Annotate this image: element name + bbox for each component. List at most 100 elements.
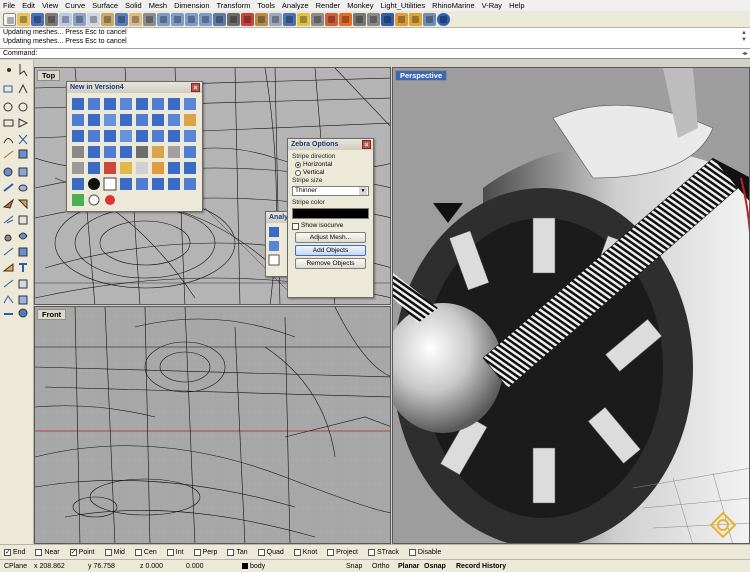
tool-icon[interactable]: [168, 114, 180, 126]
osnap-knot[interactable]: Knot: [293, 548, 317, 556]
tool-icon[interactable]: [88, 146, 100, 158]
menu-render[interactable]: Render: [316, 0, 341, 11]
viewport-perspective[interactable]: Perspective: [392, 67, 750, 544]
tool-icon[interactable]: [72, 146, 84, 158]
tool-icon[interactable]: [168, 130, 180, 142]
color-wheel-icon[interactable]: [339, 12, 352, 26]
tool-icon[interactable]: [72, 194, 84, 206]
osnap-project[interactable]: Project: [327, 548, 358, 556]
viewport-front[interactable]: Front: [34, 306, 391, 544]
osnap-int[interactable]: Int: [166, 548, 184, 556]
snap-icon[interactable]: [269, 12, 282, 26]
zoom-extents-icon[interactable]: [185, 12, 198, 26]
tool-icon[interactable]: [168, 146, 180, 158]
osnap-mid[interactable]: Mid: [104, 548, 125, 556]
show-isocurve-checkbox[interactable]: Show isocurve: [292, 222, 369, 230]
cplane-label[interactable]: CPlane: [4, 560, 27, 572]
copy-icon[interactable]: [87, 12, 100, 26]
menu-edit[interactable]: Edit: [22, 0, 35, 11]
render-sphere-icon[interactable]: [381, 12, 394, 26]
menu-mesh[interactable]: Mesh: [149, 0, 167, 11]
tool-icon[interactable]: [168, 98, 180, 110]
four-viewports-icon[interactable]: [227, 12, 240, 26]
help-icon[interactable]: [437, 12, 450, 26]
menu-vray[interactable]: V-Ray: [482, 0, 502, 11]
stripe-color-swatch[interactable]: [292, 208, 369, 219]
menu-transform[interactable]: Transform: [217, 0, 251, 11]
tool-icon[interactable]: [152, 130, 164, 142]
close-icon[interactable]: ×: [362, 140, 371, 149]
menu-file[interactable]: File: [3, 0, 15, 11]
open-folder-icon[interactable]: [17, 12, 30, 26]
zoom-icon[interactable]: [157, 12, 170, 26]
tool-icon[interactable]: [184, 114, 196, 126]
cplane-icon[interactable]: [255, 12, 268, 26]
tool-icon[interactable]: [269, 227, 279, 237]
menu-solid[interactable]: Solid: [125, 0, 142, 11]
adjust-mesh-button[interactable]: Adjust Mesh...: [295, 232, 366, 243]
light-bulb-icon[interactable]: [297, 12, 310, 26]
tool-icon[interactable]: [88, 194, 100, 206]
tool-icon[interactable]: [136, 98, 148, 110]
tool-icon[interactable]: [104, 114, 116, 126]
tool-icon[interactable]: [184, 98, 196, 110]
tool-icon[interactable]: [152, 162, 164, 174]
tool-icon[interactable]: [120, 98, 132, 110]
tool-icon[interactable]: [268, 254, 280, 266]
tool-icon[interactable]: [103, 177, 117, 191]
current-layer[interactable]: body: [242, 560, 265, 572]
tool-icon[interactable]: [120, 114, 132, 126]
tool-icon[interactable]: [105, 195, 115, 205]
osnap-tan[interactable]: Tan: [227, 548, 248, 556]
tool-icon[interactable]: [72, 162, 84, 174]
tool-icon[interactable]: [152, 178, 164, 190]
tool-icon[interactable]: [104, 162, 116, 174]
tool-icon[interactable]: [120, 146, 132, 158]
remove-objects-button[interactable]: Remove Objects: [295, 258, 366, 269]
cut-icon[interactable]: [73, 12, 86, 26]
tool-icon[interactable]: [88, 130, 100, 142]
options-gear-icon[interactable]: [409, 12, 422, 26]
tool-icon[interactable]: [72, 130, 84, 142]
save-icon[interactable]: [31, 12, 44, 26]
pan-hand-icon[interactable]: [129, 12, 142, 26]
tool-icon[interactable]: [120, 178, 132, 190]
menu-help[interactable]: Help: [509, 0, 524, 11]
osnap-end[interactable]: End: [4, 548, 25, 556]
tool-icon[interactable]: [88, 98, 100, 110]
new-file-icon[interactable]: [3, 12, 16, 26]
tool-icon[interactable]: [152, 114, 164, 126]
zoom-window-icon[interactable]: [171, 12, 184, 26]
command-spinner-icon[interactable]: ◂▸: [742, 50, 748, 57]
osnap-disable[interactable]: Disable: [408, 548, 441, 556]
command-line[interactable]: Command:: [0, 49, 750, 59]
horizontal-radio[interactable]: Horizontal: [292, 161, 369, 169]
tool-icon[interactable]: [104, 146, 116, 158]
close-icon[interactable]: ×: [191, 83, 200, 92]
ortho-toggle[interactable]: Ortho: [372, 560, 390, 572]
tool-icon[interactable]: [136, 146, 148, 158]
select-icon[interactable]: [283, 12, 296, 26]
tool-icon[interactable]: [184, 130, 196, 142]
stripe-size-select[interactable]: Thinner ▼: [292, 186, 369, 196]
osnap-perp[interactable]: Perp: [193, 548, 217, 556]
tool-icon[interactable]: [136, 130, 148, 142]
menu-rhinomarine[interactable]: RhinoMarine: [432, 0, 475, 11]
zoom-selected-icon[interactable]: [199, 12, 212, 26]
tool-icon[interactable]: [120, 130, 132, 142]
menu-surface[interactable]: Surface: [92, 0, 118, 11]
snap-toggle[interactable]: Snap: [346, 560, 362, 572]
tool-icon[interactable]: [88, 178, 100, 190]
rotate-view-icon[interactable]: [143, 12, 156, 26]
paste-icon[interactable]: [101, 12, 114, 26]
viewport-title-top[interactable]: Top: [37, 70, 61, 81]
tool-icon[interactable]: [88, 162, 100, 174]
tool-icon[interactable]: [88, 114, 100, 126]
viewport-top[interactable]: Top New in Version4 × Analy Zebra Option…: [34, 67, 391, 305]
osnap-strack[interactable]: STrack: [367, 548, 399, 556]
tool-icon[interactable]: [72, 98, 84, 110]
menu-monkey[interactable]: Monkey: [347, 0, 373, 11]
menu-curve[interactable]: Curve: [65, 0, 85, 11]
render-shade-icon[interactable]: [325, 12, 338, 26]
tool-icon[interactable]: [104, 98, 116, 110]
